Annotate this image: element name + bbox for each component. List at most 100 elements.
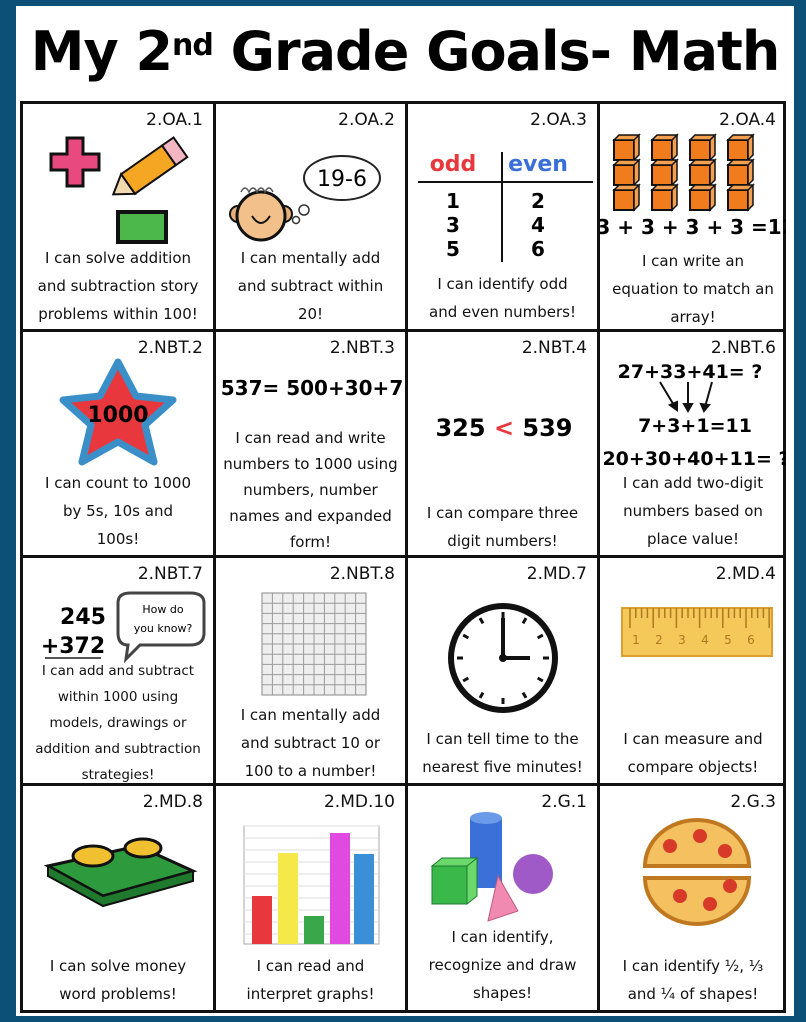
description-line: problems within 100! xyxy=(38,305,198,323)
bottom-number: +372 xyxy=(41,634,105,659)
goal-cell-2-nbt-2: 1000 2.NBT.2 I can count to 1000 by 5s, 10s… xyxy=(23,332,216,558)
description-line: I can identify ½, ⅓ xyxy=(622,957,764,975)
goal-cell-2-g-1: 2.G.1 I can identify, recognize and draw sh… xyxy=(408,786,600,1013)
equation: 537= 500+30+7 xyxy=(221,376,403,400)
goal-cell-2-md-10: 2.MD.10 I can read and interpret graphs! xyxy=(216,786,408,1013)
description-line: I can read and xyxy=(256,957,365,975)
goal-cell-2-oa-4: 3 + 3 + 3 + 3 =12 2.OA.4 I can write an equ… xyxy=(600,104,786,332)
description-line: I can mentally add xyxy=(240,249,381,267)
cube-array xyxy=(612,133,755,212)
description-line: 100 to a number! xyxy=(244,762,377,780)
description-line: form! xyxy=(290,533,331,551)
description-line: and subtract within xyxy=(237,277,384,295)
description-line: within 1000 using xyxy=(57,689,179,705)
description-line: numbers based on xyxy=(623,502,763,520)
description-line: I can add two-digit xyxy=(622,474,764,492)
description-line: models, drawings or xyxy=(49,715,187,731)
left-number: 325 xyxy=(435,414,485,442)
standard-code: 2.NBT.7 xyxy=(137,564,203,584)
goal-description: I can add and subtract within 1000 using m… xyxy=(23,658,213,783)
description-line: and even numbers! xyxy=(429,303,576,321)
description-line: 100s! xyxy=(96,530,140,548)
poster: My 2nd Grade Goals- Math 2.OA.1 I can sol… xyxy=(16,6,794,1016)
goal-cell-2-nbt-4: 325 < 539 2.NBT.4 I can compare three digit… xyxy=(408,332,600,558)
goal-cell-2-nbt-3: 537= 500+30+7 2.NBT.3 I can read and write… xyxy=(216,332,408,558)
thought-bubble: 19-6 xyxy=(291,155,381,225)
goal-cell-2-nbt-6: 27+33+41= ? 7+3+1=11 20+30+40+11= ? 2.NBT.6… xyxy=(600,332,786,558)
description-line: I can identify, xyxy=(451,928,554,946)
odd-number: 1 xyxy=(446,189,460,213)
ruler-number: 2 xyxy=(655,633,663,647)
description-line: I can write an xyxy=(641,252,745,270)
description-line: interpret graphs! xyxy=(246,985,375,1003)
odd-number: 5 xyxy=(446,237,460,261)
goal-description: I can identify ½, ⅓ and ¼ of shapes! xyxy=(600,952,786,1008)
goal-description: I can solve money word problems! xyxy=(23,952,213,1008)
standard-code: 2.OA.2 xyxy=(338,110,395,130)
bubble-line2: you know? xyxy=(134,622,193,635)
goal-cell-2-md-4: 1 2 3 4 5 6 2.MD.4 I can measure and compare obj… xyxy=(600,558,786,786)
description-line: and ¼ of shapes! xyxy=(627,985,759,1003)
goals-grid: 2.OA.1 I can solve addition and subtractio… xyxy=(20,101,786,1013)
goal-cell-2-oa-3: odd even 1 3 5 2 4 6 2.OA.3 I can identify odd an… xyxy=(408,104,600,332)
ruler-number: 4 xyxy=(701,633,709,647)
description-line: digit numbers! xyxy=(447,532,558,550)
odd-even-table: odd even 1 3 5 2 4 6 xyxy=(418,152,593,262)
title-text: My 2 xyxy=(30,20,173,83)
pencil-icon xyxy=(111,136,189,196)
standard-code: 2.MD.7 xyxy=(526,564,587,584)
goal-cell-2-md-7: 2.MD.7 I can tell time to the nearest five… xyxy=(408,558,600,786)
description-line: nearest five minutes! xyxy=(422,758,583,776)
goal-description: I can add two-digit numbers based on place… xyxy=(600,469,786,553)
arrows xyxy=(659,381,713,414)
standard-code: 2.NBT.8 xyxy=(329,564,395,584)
goal-description: I can mentally add and subtract 10 or 100 … xyxy=(216,701,405,783)
description-line: word problems! xyxy=(59,985,177,1003)
standard-code: 2.MD.10 xyxy=(323,792,395,812)
description-line: numbers, number xyxy=(243,481,378,499)
description-line: shapes! xyxy=(472,984,533,1002)
standard-code: 2.OA.1 xyxy=(146,110,203,130)
odd-number: 3 xyxy=(446,213,460,237)
description-line: numbers to 1000 using xyxy=(223,455,398,473)
right-number: 539 xyxy=(522,414,572,442)
description-line: I can add and subtract xyxy=(41,663,195,679)
description-line: I can mentally add xyxy=(240,706,381,724)
ruler-number: 3 xyxy=(678,633,686,647)
goal-description: I can measure and compare objects! xyxy=(600,725,786,781)
eq3: 20+30+40+11= ? xyxy=(602,448,786,470)
equation: 3 + 3 + 3 + 3 =12 xyxy=(600,215,786,239)
speech-bubble: How do you know? xyxy=(116,591,206,664)
goal-description: I can tell time to the nearest five minut… xyxy=(408,725,597,781)
description-line: 20! xyxy=(297,305,324,323)
description-line: strategies! xyxy=(81,767,155,783)
description-line: addition and subtraction xyxy=(35,741,201,757)
eq1: 27+33+41= ? xyxy=(618,361,763,383)
hundreds-chart xyxy=(261,592,367,696)
description-line: I can tell time to the xyxy=(426,730,579,748)
standard-code: 2.NBT.4 xyxy=(521,338,587,358)
description-line: compare objects! xyxy=(627,758,759,776)
minus-icon xyxy=(116,210,168,244)
bubble-line1: How do xyxy=(142,603,183,616)
description-line: I can read and write xyxy=(235,429,386,447)
standard-code: 2.G.1 xyxy=(541,792,587,812)
description-line: I can count to 1000 xyxy=(45,474,191,492)
standard-code: 2.OA.4 xyxy=(719,110,776,130)
ruler-icon: 1 2 3 4 5 6 xyxy=(621,607,773,657)
goal-description: I can identify, recognize and draw shapes! xyxy=(408,923,597,1007)
description-line: place value! xyxy=(646,530,740,548)
ruler-number: 1 xyxy=(632,633,640,647)
standard-code: 2.NBT.6 xyxy=(710,338,776,358)
goal-cell-2-oa-2: 19-6 2.OA.2 I can mentally add and subtract… xyxy=(216,104,408,332)
goal-description: I can compare three digit numbers! xyxy=(408,499,597,555)
top-number: 245 xyxy=(60,605,106,630)
eq2: 7+3+1=11 xyxy=(638,415,752,437)
goal-cell-2-g-3: 2.G.3 I can identify ½, ⅓ and ¼ of shapes! xyxy=(600,786,786,1013)
goal-description: I can solve addition and subtraction stor… xyxy=(23,244,213,328)
star-text: 1000 xyxy=(87,403,148,428)
even-number: 6 xyxy=(531,237,545,261)
description-line: equation to match an xyxy=(612,280,774,298)
pizza-icon xyxy=(642,818,752,926)
goal-description: I can count to 1000 by 5s, 10s and 100s! xyxy=(23,469,213,553)
